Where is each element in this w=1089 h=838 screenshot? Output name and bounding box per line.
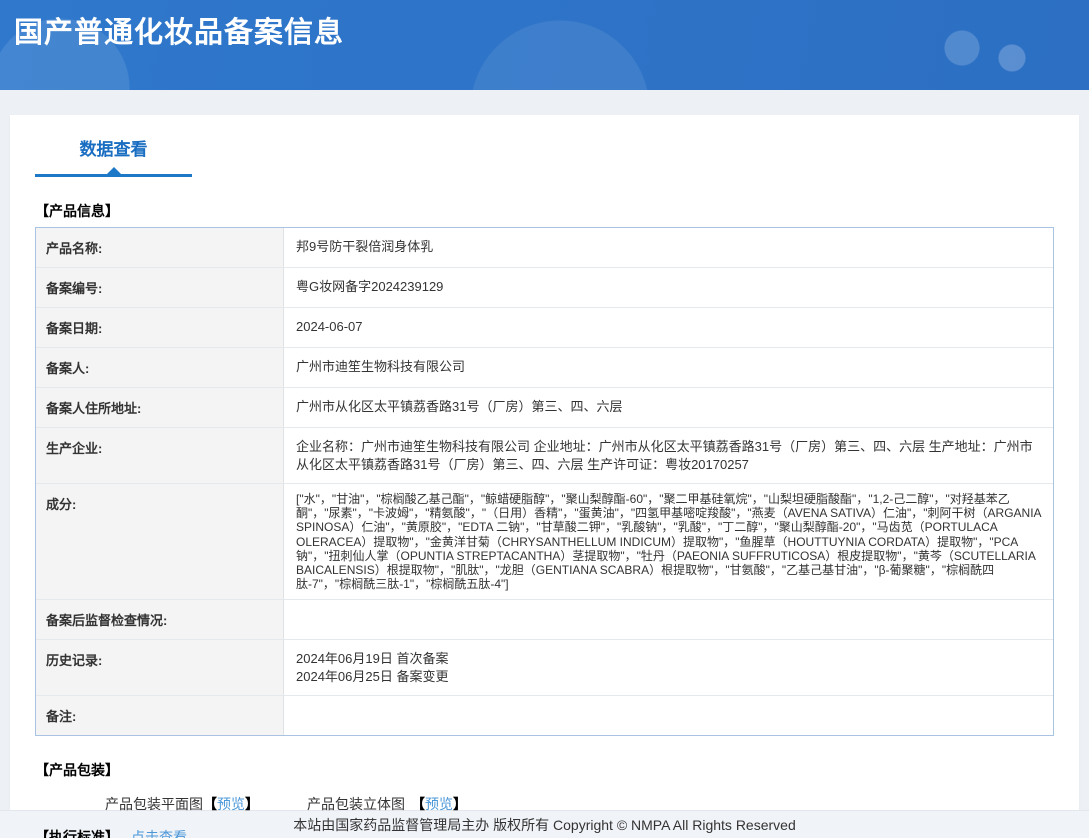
row-label: 生产企业:: [36, 428, 284, 484]
product-info-section-title: 【产品信息】: [35, 203, 119, 219]
table-row-manufacturer: 生产企业: 企业名称：广州市迪笙生物科技有限公司 企业地址：广州市从化区太平镇荔…: [36, 427, 1053, 484]
row-value: 企业名称：广州市迪笙生物科技有限公司 企业地址：广州市从化区太平镇荔香路31号（…: [296, 439, 1033, 472]
tab-data-view-label: 数据查看: [79, 140, 148, 159]
row-value: 广州市迪笙生物科技有限公司: [296, 359, 466, 374]
row-label: 备注:: [36, 696, 284, 736]
table-row-registrant-address: 备案人住所地址: 广州市从化区太平镇荔香路31号（厂房）第三、四、六层: [36, 387, 1053, 427]
row-value: 粤G妆网备字2024239129: [296, 279, 444, 294]
row-label: 成分:: [36, 484, 284, 600]
bracket-open: 【: [411, 796, 425, 813]
bracket-close: 】: [245, 796, 259, 813]
bracket-open: 【: [203, 796, 217, 813]
row-label: 备案人住所地址:: [36, 388, 284, 427]
row-value: 2024年06月19日 首次备案 2024年06月25日 备案变更: [296, 651, 449, 684]
packaging-flat-preview-link[interactable]: 预览: [217, 794, 245, 814]
row-value: 邦9号防干裂倍润身体乳: [296, 239, 434, 254]
footer-copyright-text: 本站由国家药品监督管理局主办 版权所有 Copyright © NMPA All…: [293, 816, 796, 833]
row-label: 备案人:: [36, 348, 284, 387]
table-row-ingredients: 成分: ["水"，"甘油"，"棕榈酸乙基己酯"，"鲸蜡硬脂醇"，"聚山梨醇酯-6…: [36, 483, 1053, 600]
table-row-registration-date: 备案日期: 2024-06-07: [36, 307, 1053, 347]
row-label: 备案后监督检查情况:: [36, 600, 284, 640]
row-label: 历史记录:: [36, 640, 284, 696]
tab-caret-icon: [106, 167, 121, 174]
row-value: 2024-06-07: [296, 319, 363, 334]
tab-data-view[interactable]: 数据查看: [35, 135, 192, 177]
table-row-remarks: 备注:: [36, 695, 1053, 736]
packaging-stereo-preview-link[interactable]: 预览: [425, 794, 453, 814]
table-row-product-name: 产品名称: 邦9号防干裂倍润身体乳: [36, 228, 1053, 267]
row-value: ["水"，"甘油"，"棕榈酸乙基己酯"，"鲸蜡硬脂醇"，"聚山梨醇酯-60"，"…: [296, 492, 1041, 592]
packaging-stereo-label: 产品包装立体图: [307, 796, 405, 813]
table-row-registrant: 备案人: 广州市迪笙生物科技有限公司: [36, 347, 1053, 387]
row-value: [284, 696, 1053, 735]
table-row-supervision-check: 备案后监督检查情况:: [36, 599, 1053, 640]
row-value: [284, 600, 1053, 639]
row-label: 产品名称:: [36, 228, 284, 267]
table-row-registration-number: 备案编号: 粤G妆网备字2024239129: [36, 267, 1053, 307]
page-header-banner: 国产普通化妆品备案信息: [0, 0, 1089, 90]
bracket-close: 】: [453, 796, 467, 813]
packaging-section-title: 【产品包装】: [35, 762, 119, 779]
packaging-flat-label: 产品包装平面图: [105, 796, 203, 813]
content-card: 数据查看 【产品信息】 产品名称: 邦9号防干裂倍润身体乳 备案编号: 粤G妆网…: [10, 115, 1079, 838]
row-label: 备案编号:: [36, 268, 284, 307]
page-title: 国产普通化妆品备案信息: [14, 17, 345, 49]
row-value: 广州市从化区太平镇荔香路31号（厂房）第三、四、六层: [296, 399, 623, 414]
execution-standard-title: 【执行标准】: [35, 829, 119, 838]
table-row-history: 历史记录: 2024年06月19日 首次备案 2024年06月25日 备案变更: [36, 639, 1053, 696]
execution-standard-view-link[interactable]: 点击查看: [131, 827, 187, 838]
row-label: 备案日期:: [36, 308, 284, 347]
product-info-table: 产品名称: 邦9号防干裂倍润身体乳 备案编号: 粤G妆网备字2024239129…: [35, 227, 1054, 737]
